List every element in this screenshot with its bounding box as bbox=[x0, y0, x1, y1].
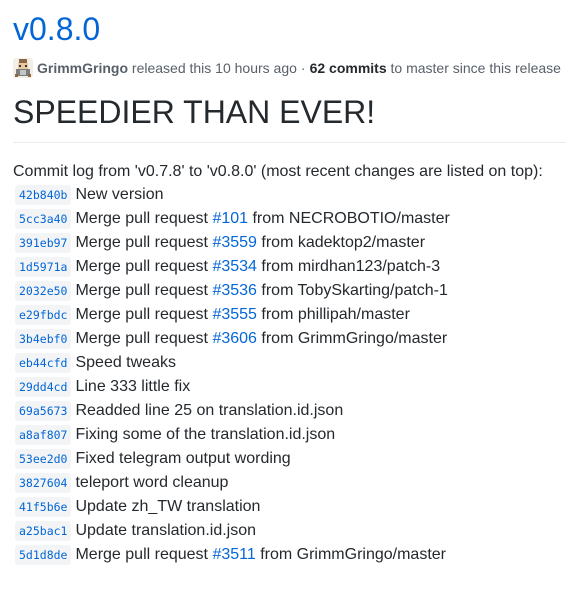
commit-message-source: from phillipah/master bbox=[261, 306, 410, 323]
commit-message: Update zh_TW translation bbox=[75, 496, 260, 518]
commit-row: 391eb97 Merge pull request #3559 from kad… bbox=[13, 231, 566, 255]
commit-sha-link[interactable]: 42b840b bbox=[15, 185, 72, 205]
release-meta: GrimmGringo released this 10 hours ago ·… bbox=[13, 58, 566, 78]
commit-message-text: teleport word cleanup bbox=[75, 474, 229, 491]
commit-message: Update translation.id.json bbox=[75, 520, 256, 542]
commit-sha-link[interactable]: 5d1d8de bbox=[15, 545, 72, 565]
commit-message-prefix: Merge pull request bbox=[75, 234, 208, 251]
commit-message: Merge pull request #101 from NECROBOTIO/… bbox=[75, 208, 449, 230]
commit-message-source: from NECROBOTIO/master bbox=[252, 210, 450, 227]
commit-row: 5d1d8de Merge pull request #3511 from Gri… bbox=[13, 543, 566, 567]
commit-message-prefix: Merge pull request bbox=[75, 330, 208, 347]
commit-message-text: Update translation.id.json bbox=[75, 522, 257, 539]
commit-message-text: Readded line 25 on translation.id.json bbox=[75, 402, 344, 419]
commit-sha-link[interactable]: 3b4ebf0 bbox=[15, 329, 72, 349]
commit-row: 2032e50 Merge pull request #3536 from Tob… bbox=[13, 279, 566, 303]
commits-count-link[interactable]: 62 commits bbox=[310, 58, 387, 78]
pull-request-link[interactable]: #3555 bbox=[212, 306, 257, 323]
commit-message: Merge pull request #3606 from GrimmGring… bbox=[75, 328, 447, 350]
commit-row: 53ee2d0 Fixed telegram output wording bbox=[13, 447, 566, 471]
commit-sha-link[interactable]: 29dd4cd bbox=[15, 377, 72, 397]
commit-row: 5cc3a40 Merge pull request #101 from NECR… bbox=[13, 207, 566, 231]
release-tag-title[interactable]: v0.8.0 bbox=[13, 10, 566, 48]
commit-sha-link[interactable]: 53ee2d0 bbox=[15, 449, 72, 469]
commit-message-prefix: Merge pull request bbox=[75, 306, 208, 323]
commit-sha-link[interactable]: 5cc3a40 bbox=[15, 209, 72, 229]
pull-request-link[interactable]: #3536 bbox=[212, 282, 257, 299]
pull-request-link[interactable]: #3559 bbox=[212, 234, 257, 251]
commit-sha-link[interactable]: e29fbdc bbox=[15, 305, 72, 325]
commit-message: Readded line 25 on translation.id.json bbox=[75, 400, 343, 422]
pull-request-link[interactable]: #3606 bbox=[212, 330, 257, 347]
commit-message: Merge pull request #3559 from kadektop2/… bbox=[75, 232, 425, 254]
commit-sha-link[interactable]: 1d5971a bbox=[15, 257, 72, 277]
commit-sha-link[interactable]: a8af807 bbox=[15, 425, 72, 445]
commit-row: 69a5673 Readded line 25 on translation.id… bbox=[13, 399, 566, 423]
commit-sha-link[interactable]: 391eb97 bbox=[15, 233, 72, 253]
commit-message-source: from TobySkarting/patch-1 bbox=[261, 282, 448, 299]
commit-sha-link[interactable]: 3827604 bbox=[15, 473, 72, 493]
commit-message: Line 333 little fix bbox=[75, 376, 190, 398]
pixel-avatar-icon[interactable] bbox=[13, 58, 33, 78]
commit-message-prefix: Merge pull request bbox=[75, 546, 208, 563]
avatar-image bbox=[13, 58, 33, 78]
commit-sha-link[interactable]: 2032e50 bbox=[15, 281, 72, 301]
commit-message: Speed tweaks bbox=[75, 352, 176, 374]
commit-sha-link[interactable]: eb44cfd bbox=[15, 353, 72, 373]
commit-message-text: Fixed telegram output wording bbox=[75, 450, 291, 467]
commit-message-text: Line 333 little fix bbox=[75, 378, 191, 395]
commit-message-source: from GrimmGringo/master bbox=[261, 330, 448, 347]
pull-request-link[interactable]: #3534 bbox=[212, 258, 257, 275]
commit-row: e29fbdc Merge pull request #3555 from phi… bbox=[13, 303, 566, 327]
meta-separator: · bbox=[300, 60, 306, 76]
commit-message-source: from mirdhan123/patch-3 bbox=[261, 258, 441, 275]
release-page: v0.8.0 GrimmGringo released this 10 hour… bbox=[0, 0, 566, 606]
commit-row: 29dd4cd Line 333 little fix bbox=[13, 375, 566, 399]
commit-message-text: New version bbox=[75, 186, 164, 203]
commit-message-prefix: Merge pull request bbox=[75, 258, 208, 275]
commit-row: 3827604 teleport word cleanup bbox=[13, 471, 566, 495]
commit-message: Merge pull request #3555 from phillipah/… bbox=[75, 304, 409, 326]
commit-message: Merge pull request #3534 from mirdhan123… bbox=[75, 256, 440, 278]
commit-message-source: from GrimmGringo/master bbox=[260, 546, 446, 563]
commit-log-intro: Commit log from 'v0.7.8' to 'v0.8.0' (mo… bbox=[13, 163, 543, 180]
commit-sha-link[interactable]: a25bac1 bbox=[15, 521, 72, 541]
commit-list: 42b840b New version 5cc3a40 Merge pull requ… bbox=[13, 183, 566, 567]
commit-message: teleport word cleanup bbox=[75, 472, 228, 494]
commit-message-text: Speed tweaks bbox=[75, 354, 176, 371]
commit-message: New version bbox=[75, 184, 163, 206]
commit-message-text: Update zh_TW translation bbox=[75, 498, 261, 515]
commit-row: eb44cfd Speed tweaks bbox=[13, 351, 566, 375]
commit-message: Fixed telegram output wording bbox=[75, 448, 290, 470]
pull-request-link[interactable]: #3511 bbox=[212, 546, 255, 563]
commit-message-prefix: Merge pull request bbox=[75, 282, 208, 299]
pull-request-link[interactable]: #101 bbox=[212, 210, 248, 227]
commit-row: 41f5b6e Update zh_TW translation bbox=[13, 495, 566, 519]
commit-message-text: Fixing some of the translation.id.json bbox=[75, 426, 336, 443]
commit-message: Merge pull request #3536 from TobySkarti… bbox=[75, 280, 447, 302]
release-time-text: released this 10 hours ago bbox=[131, 60, 297, 76]
commit-message-prefix: Merge pull request bbox=[75, 210, 208, 227]
commit-row: 42b840b New version bbox=[13, 183, 566, 207]
commit-sha-link[interactable]: 41f5b6e bbox=[15, 497, 72, 517]
commit-row: a25bac1 Update translation.id.json bbox=[13, 519, 566, 543]
commit-message: Fixing some of the translation.id.json bbox=[75, 424, 335, 446]
commit-message-source: from kadektop2/master bbox=[261, 234, 426, 251]
release-author-link[interactable]: GrimmGringo bbox=[37, 58, 128, 78]
commit-row: a8af807 Fixing some of the translation.id… bbox=[13, 423, 566, 447]
commit-row: 1d5971a Merge pull request #3534 from mir… bbox=[13, 255, 566, 279]
commit-message: Merge pull request #3511 from GrimmGring… bbox=[75, 544, 446, 566]
release-body-heading: SPEEDIER THAN EVER! bbox=[13, 92, 566, 143]
commits-suffix-text: to master since this release bbox=[390, 60, 561, 76]
commit-sha-link[interactable]: 69a5673 bbox=[15, 401, 72, 421]
commit-row: 3b4ebf0 Merge pull request #3606 from Gri… bbox=[13, 327, 566, 351]
